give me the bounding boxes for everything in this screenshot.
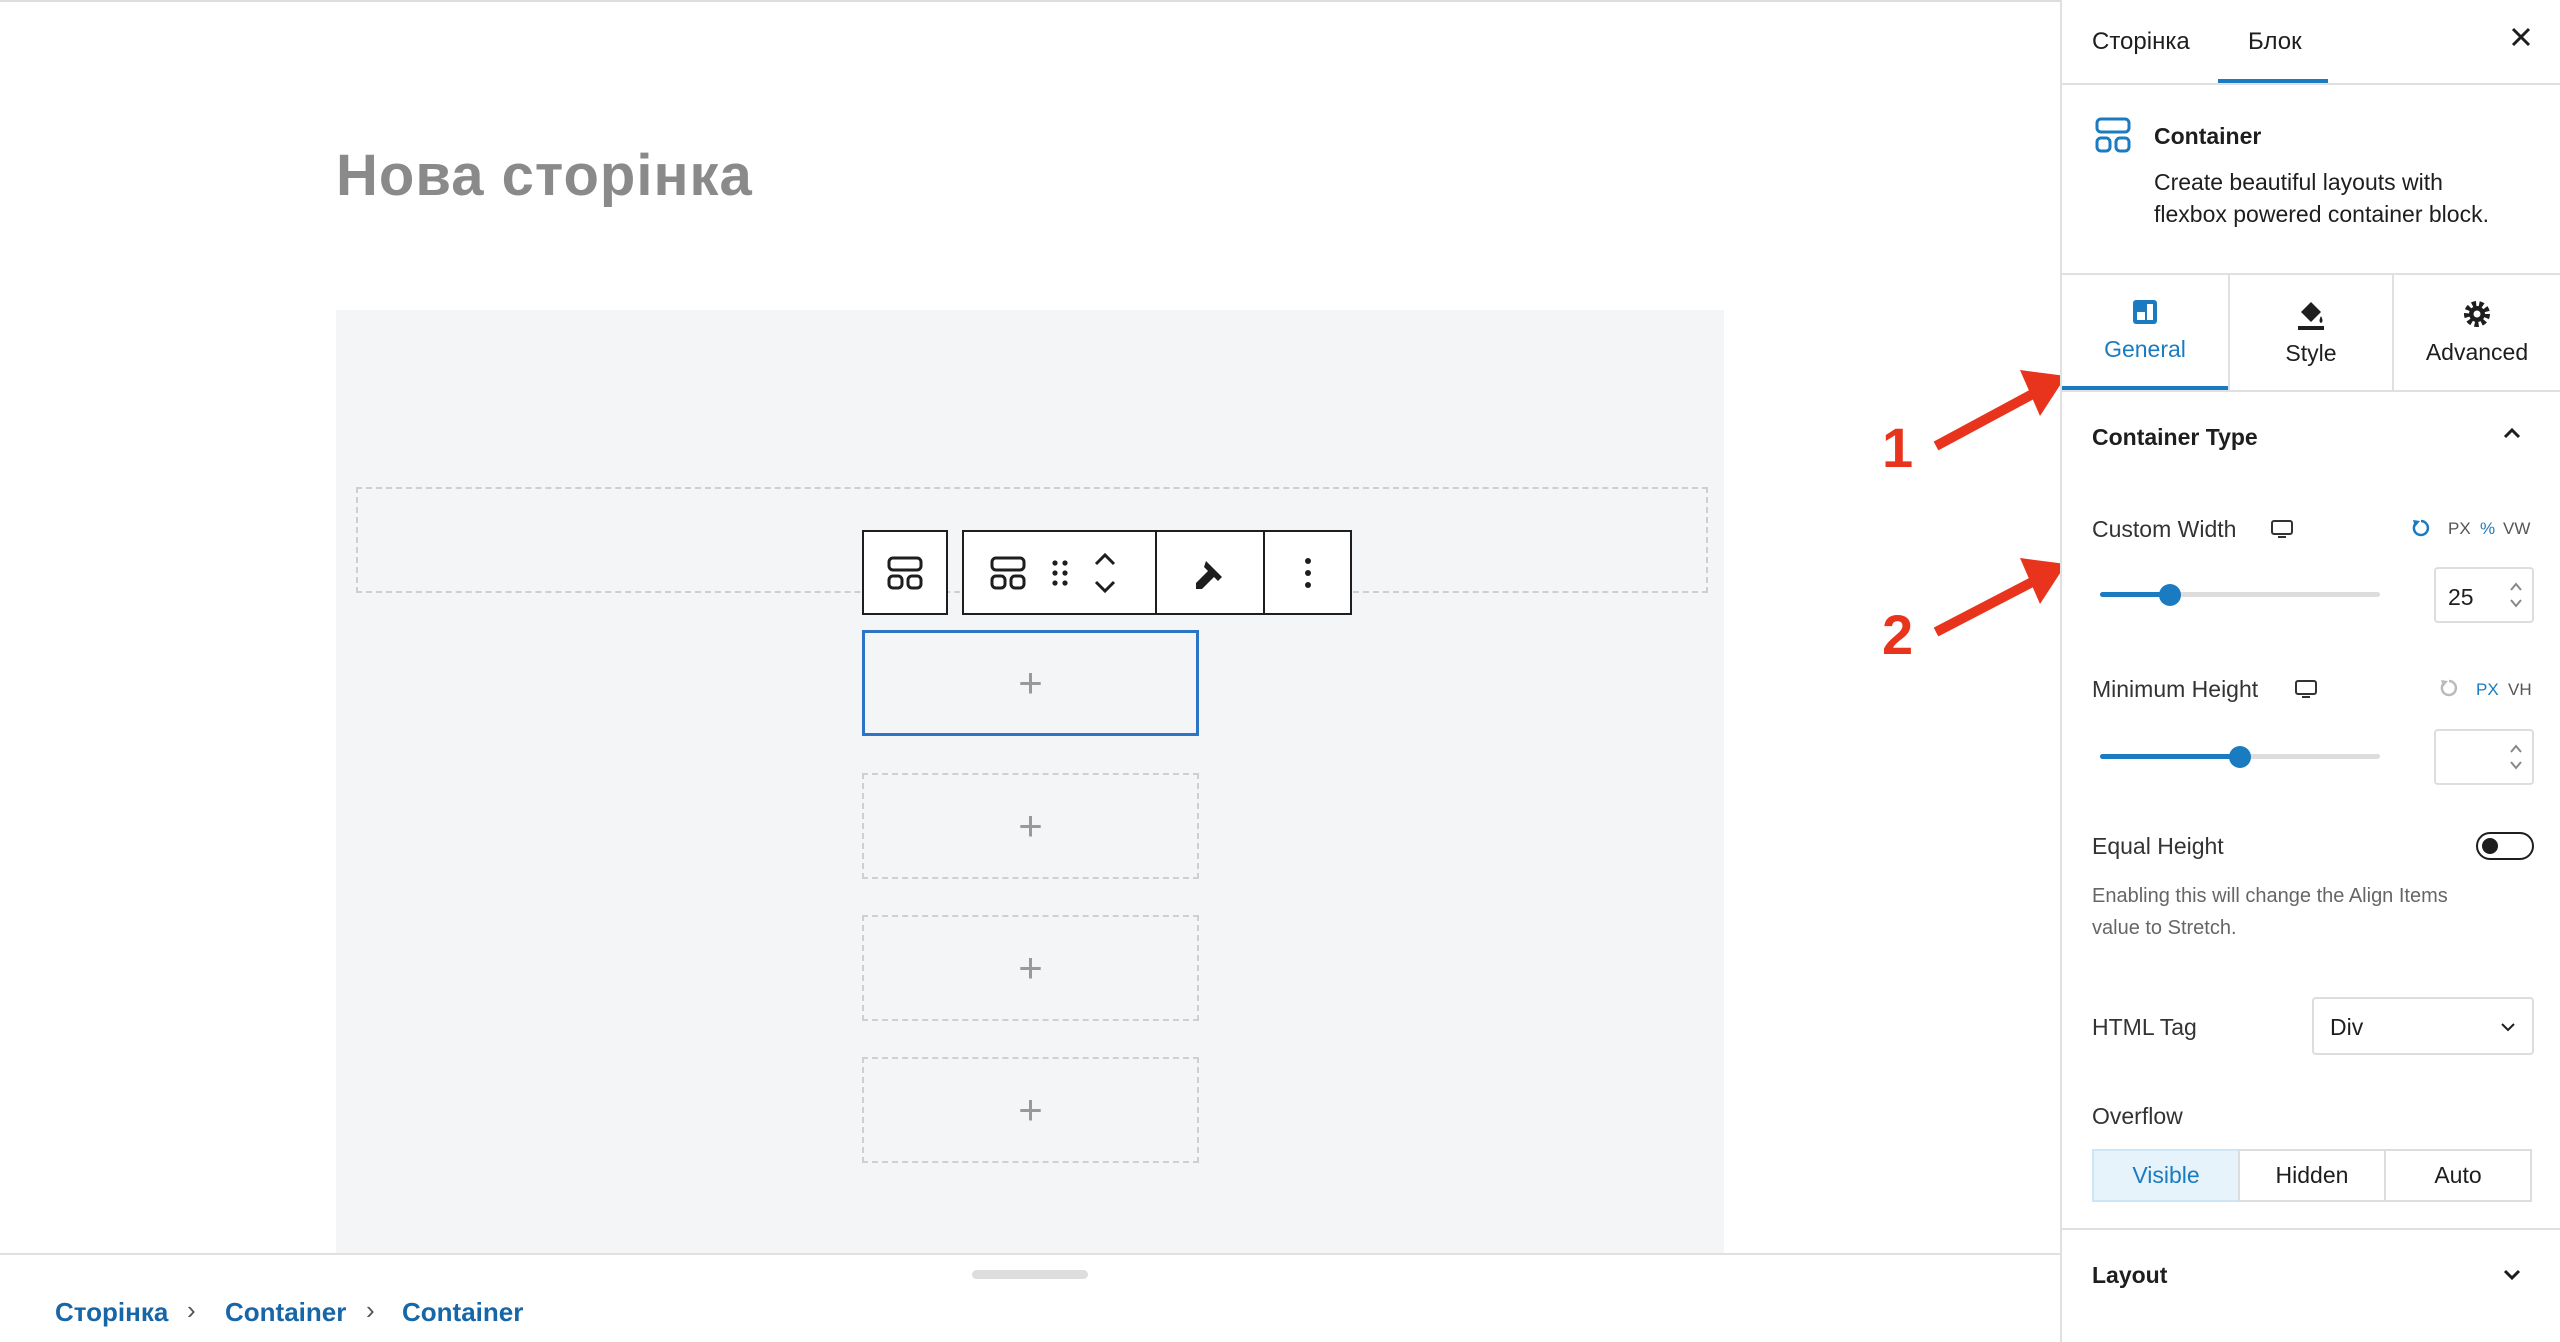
- inner-container-selected[interactable]: +: [862, 630, 1199, 736]
- breadcrumb-separator: ›: [187, 1295, 196, 1325]
- container-block-icon: [2094, 116, 2132, 154]
- block-description: Create beautiful layouts with: [2154, 169, 2443, 195]
- equal-height-toggle[interactable]: [2476, 832, 2534, 860]
- reset-icon[interactable]: [2410, 517, 2432, 539]
- tab-general-label: General: [2104, 336, 2186, 362]
- chevron-down-icon: [2501, 1023, 2515, 1032]
- breadcrumb-item-page[interactable]: Сторінка: [55, 1297, 168, 1328]
- unit-vw[interactable]: VW: [2503, 519, 2530, 539]
- add-block-icon[interactable]: +: [1018, 802, 1043, 850]
- spinner-icon[interactable]: [2508, 577, 2524, 613]
- minimum-height-label: Minimum Height: [2092, 676, 2259, 702]
- desktop-icon[interactable]: [2270, 518, 2294, 540]
- overflow-label: Overflow: [2092, 1103, 2183, 1129]
- copy-style-button[interactable]: [1155, 530, 1265, 615]
- add-block-icon[interactable]: +: [1018, 659, 1043, 707]
- tab-advanced[interactable]: Advanced: [2394, 275, 2560, 390]
- section-title-container-type[interactable]: Container Type: [2092, 424, 2258, 451]
- breadcrumb-separator: ›: [366, 1295, 375, 1325]
- chevron-up-icon[interactable]: [2500, 422, 2524, 446]
- html-tag-selected-value: Div: [2330, 1014, 2364, 1040]
- add-block-icon[interactable]: +: [1018, 944, 1043, 992]
- breadcrumb-item-container-current[interactable]: Container: [402, 1297, 523, 1328]
- reset-icon[interactable]: [2438, 677, 2460, 699]
- block-type-group: [962, 530, 1157, 615]
- equal-height-help: value to Stretch.: [2092, 917, 2237, 939]
- tab-block[interactable]: Блок: [2248, 28, 2302, 56]
- block-description: flexbox powered container block.: [2154, 201, 2489, 227]
- unit-px[interactable]: PX: [2476, 680, 2499, 700]
- overflow-visible-button[interactable]: Visible: [2092, 1149, 2240, 1202]
- section-title-layout[interactable]: Layout: [2092, 1262, 2167, 1289]
- equal-height-label: Equal Height: [2092, 833, 2224, 859]
- paintbrush-icon: [1196, 560, 1222, 589]
- more-vertical-icon: [1304, 557, 1311, 588]
- minimum-height-slider-fill: [2100, 754, 2240, 759]
- container-icon: [887, 556, 923, 589]
- tab-page[interactable]: Сторінка: [2092, 28, 2190, 56]
- tab-general[interactable]: General: [2062, 275, 2228, 390]
- paint-bucket-icon: [2295, 298, 2327, 332]
- container-icon[interactable]: [988, 553, 1028, 593]
- minimum-height-slider-thumb[interactable]: [2229, 746, 2251, 768]
- html-tag-label: HTML Tag: [2092, 1014, 2197, 1040]
- move-up-down-icon[interactable]: [1092, 550, 1118, 596]
- tab-style[interactable]: Style: [2228, 275, 2394, 390]
- custom-width-value: 25: [2448, 584, 2474, 610]
- gear-icon: [2462, 299, 2492, 329]
- inner-container[interactable]: +: [862, 773, 1199, 879]
- layout-icon: [2131, 298, 2159, 326]
- html-tag-select[interactable]: Div: [2312, 997, 2534, 1055]
- spinner-icon[interactable]: [2508, 739, 2524, 775]
- unit-vh[interactable]: VH: [2508, 680, 2532, 700]
- inner-container[interactable]: +: [862, 915, 1199, 1021]
- overflow-hidden-button[interactable]: Hidden: [2238, 1149, 2386, 1202]
- unit-percent[interactable]: %: [2480, 519, 2495, 539]
- desktop-icon[interactable]: [2294, 678, 2318, 700]
- custom-width-label: Custom Width: [2092, 516, 2237, 542]
- annotation-number-2: 2: [1882, 603, 1914, 666]
- custom-width-slider-thumb[interactable]: [2159, 584, 2181, 606]
- minimum-height-input[interactable]: [2434, 729, 2534, 785]
- overflow-auto-button[interactable]: Auto: [2384, 1149, 2532, 1202]
- annotation-number-1: 1: [1882, 416, 1914, 479]
- chevron-down-icon[interactable]: [2500, 1262, 2524, 1286]
- settings-sidebar: Сторінка Блок Container Create beautiful…: [2060, 0, 2560, 1342]
- parent-container-button[interactable]: [862, 530, 948, 615]
- tab-style-label: Style: [2285, 340, 2337, 366]
- inner-container[interactable]: +: [862, 1057, 1199, 1163]
- more-options-button[interactable]: [1263, 530, 1352, 615]
- page-title[interactable]: Нова сторінка: [336, 142, 753, 209]
- custom-width-input[interactable]: 25: [2434, 567, 2534, 623]
- resize-handle[interactable]: [972, 1270, 1088, 1279]
- unit-px[interactable]: PX: [2448, 519, 2471, 539]
- breadcrumb-item-container[interactable]: Container: [225, 1297, 346, 1328]
- add-block-icon[interactable]: +: [1018, 1086, 1043, 1134]
- equal-height-help: Enabling this will change the Align Item…: [2092, 885, 2448, 907]
- close-icon[interactable]: [2506, 22, 2536, 52]
- tab-advanced-label: Advanced: [2425, 339, 2529, 365]
- drag-handle-icon[interactable]: [1050, 557, 1070, 589]
- block-name: Container: [2154, 123, 2262, 149]
